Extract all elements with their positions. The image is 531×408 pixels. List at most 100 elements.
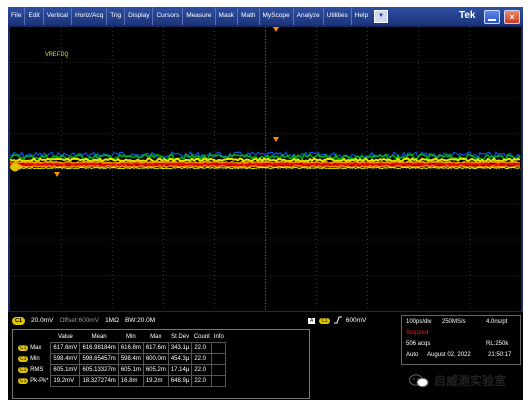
cell-mean: 18.327274m xyxy=(79,375,119,387)
resolution: 4.0ns/pt xyxy=(486,319,508,325)
graticule xyxy=(10,27,521,311)
measurement-table[interactable]: Value Mean Min Max St Dev Count Info C1 … xyxy=(12,329,310,399)
measurement-header-row: Value Mean Min Max St Dev Count Info xyxy=(16,332,226,343)
run-status: Stopped xyxy=(406,330,429,336)
header-value: Value xyxy=(57,334,73,340)
table-row[interactable]: C1 Min 598.4mV 598.65457m 598.4m 600.0m … xyxy=(16,353,227,365)
row-channel-chip: C1 xyxy=(18,367,29,373)
cell-count: 22.0 xyxy=(191,342,213,354)
row-name: Max xyxy=(30,345,42,351)
input-impedance: 1MΩ xyxy=(105,317,119,324)
row-channel-chip: C1 xyxy=(18,345,29,351)
cell-max: 600.0m xyxy=(142,353,169,365)
waveform-label: VREFDQ xyxy=(45,51,69,58)
menu-file[interactable]: File xyxy=(8,7,26,25)
trigger-source-chip: C1 xyxy=(319,317,330,324)
wechat-icon xyxy=(409,373,429,387)
vertical-scale: 20.0mV xyxy=(31,317,54,324)
minimize-icon[interactable] xyxy=(484,10,500,24)
menu-cursors[interactable]: Cursors xyxy=(153,7,184,25)
header-mean: Mean xyxy=(91,334,107,340)
cell-stdev: 17.14μ xyxy=(167,364,193,376)
acquisition-time: 21:50:17 xyxy=(488,352,512,358)
bandwidth-limit: BW:20.0M xyxy=(124,317,156,324)
cell-info xyxy=(211,353,227,365)
channel-chip: C1 xyxy=(12,316,26,325)
cell-mean: 616.98184m xyxy=(79,342,119,354)
cell-max: 605.2m xyxy=(142,364,169,376)
cell-max: 617.6m xyxy=(142,342,169,354)
trigger-a-badge: A xyxy=(308,317,316,324)
cell-mean: 605.13327m xyxy=(79,364,119,376)
cell-value: 605.1mV xyxy=(50,364,81,376)
header-label xyxy=(16,332,51,343)
row-channel-chip: C1 xyxy=(18,378,29,384)
row-name: Pk-Pk* xyxy=(30,378,49,384)
cell-value: 19.2mV xyxy=(50,375,81,387)
row-name: Min xyxy=(30,356,40,362)
cell-info xyxy=(211,364,227,376)
trace-band xyxy=(10,166,521,170)
channel-1-ground-marker xyxy=(10,162,20,172)
channel-offset: Offset:600mV xyxy=(59,317,100,324)
brand-logo: Tek xyxy=(459,10,476,21)
table-row[interactable]: C1 RMS 605.1mV 605.13327m 605.1m 605.2m … xyxy=(16,364,227,376)
rising-edge-icon xyxy=(333,316,342,326)
trigger-mode: Auto xyxy=(406,352,419,358)
menu-measure[interactable]: Measure xyxy=(183,7,216,25)
waveform-trace xyxy=(10,150,521,170)
header-stdev: St Dev xyxy=(171,334,190,340)
cell-min: 16.8m xyxy=(117,375,144,387)
menu-mask[interactable]: Mask xyxy=(216,7,239,25)
menu-vertical[interactable]: Vertical xyxy=(44,7,73,25)
cell-min: 598.4m xyxy=(117,353,144,365)
trigger-readout[interactable]: A C1 600mV xyxy=(308,315,366,326)
cell-info xyxy=(211,342,227,354)
menu-help[interactable]: Help xyxy=(352,7,371,25)
header-min: Min xyxy=(125,334,136,340)
cell-stdev: 454.3μ xyxy=(167,353,193,365)
sample-rate: 250MS/s xyxy=(442,319,466,325)
chevron-down-icon[interactable]: ▼ xyxy=(374,9,389,23)
close-icon[interactable]: × xyxy=(504,10,520,24)
menu-trig[interactable]: Trig xyxy=(107,7,126,25)
cell-min: 616.8m xyxy=(117,342,144,354)
channel-readout[interactable]: C1 20.0mV Offset:600mV 1MΩ BW:20.0M xyxy=(12,315,155,326)
menu-analyze[interactable]: Analyze xyxy=(294,7,324,25)
waveform-display[interactable]: VREFDQ xyxy=(10,27,521,311)
header-count: Count xyxy=(193,334,210,340)
menu-display[interactable]: Display xyxy=(125,7,154,25)
cell-count: 22.0 xyxy=(191,375,213,387)
header-info: Info xyxy=(213,334,224,340)
cell-count: 22.0 xyxy=(191,364,213,376)
trace-band xyxy=(10,162,521,167)
record-length: RL:250k xyxy=(486,341,509,347)
acquisition-count: 506 acqs xyxy=(406,341,431,347)
cell-value: 617.6mV xyxy=(50,342,81,354)
acquisition-readout[interactable]: 100ps/div 250MS/s 4.0ns/pt Stopped 506 a… xyxy=(401,315,521,365)
oscilloscope-window: File Edit Vertical Horiz/Acq Trig Displa… xyxy=(8,7,523,400)
row-name: RMS xyxy=(30,367,44,373)
table-row[interactable]: C1 Pk-Pk* 19.2mV 18.327274m 16.8m 19.2m … xyxy=(16,375,227,387)
trigger-level: 600mV xyxy=(345,317,367,324)
menu-myscope[interactable]: MyScope xyxy=(260,7,294,25)
cell-stdev: 343.1μ xyxy=(167,342,193,354)
cell-stdev: 648.9μ xyxy=(167,375,193,387)
menu-edit[interactable]: Edit xyxy=(25,7,44,25)
header-max: Max xyxy=(150,334,162,340)
timebase: 100ps/div xyxy=(406,319,432,325)
cell-min: 605.1m xyxy=(117,364,144,376)
cell-value: 598.4mV xyxy=(50,353,81,365)
cell-info xyxy=(211,375,227,387)
row-channel-chip: C1 xyxy=(18,356,29,362)
menu-utilities[interactable]: Utilities xyxy=(324,7,352,25)
watermark-text: 启威测实验室 xyxy=(434,374,507,388)
cell-max: 19.2m xyxy=(142,375,169,387)
table-row[interactable]: C1 Max 617.6mV 616.98184m 616.8m 617.6m … xyxy=(16,342,227,354)
menu-horiz-acq[interactable]: Horiz/Acq xyxy=(72,7,108,25)
watermark: 启威测实验室 xyxy=(409,372,506,389)
menu-math[interactable]: Math xyxy=(238,7,260,25)
menu-bar: File Edit Vertical Horiz/Acq Trig Displa… xyxy=(8,7,523,25)
time-reference-marker xyxy=(54,172,60,177)
trigger-level-marker xyxy=(273,137,279,142)
